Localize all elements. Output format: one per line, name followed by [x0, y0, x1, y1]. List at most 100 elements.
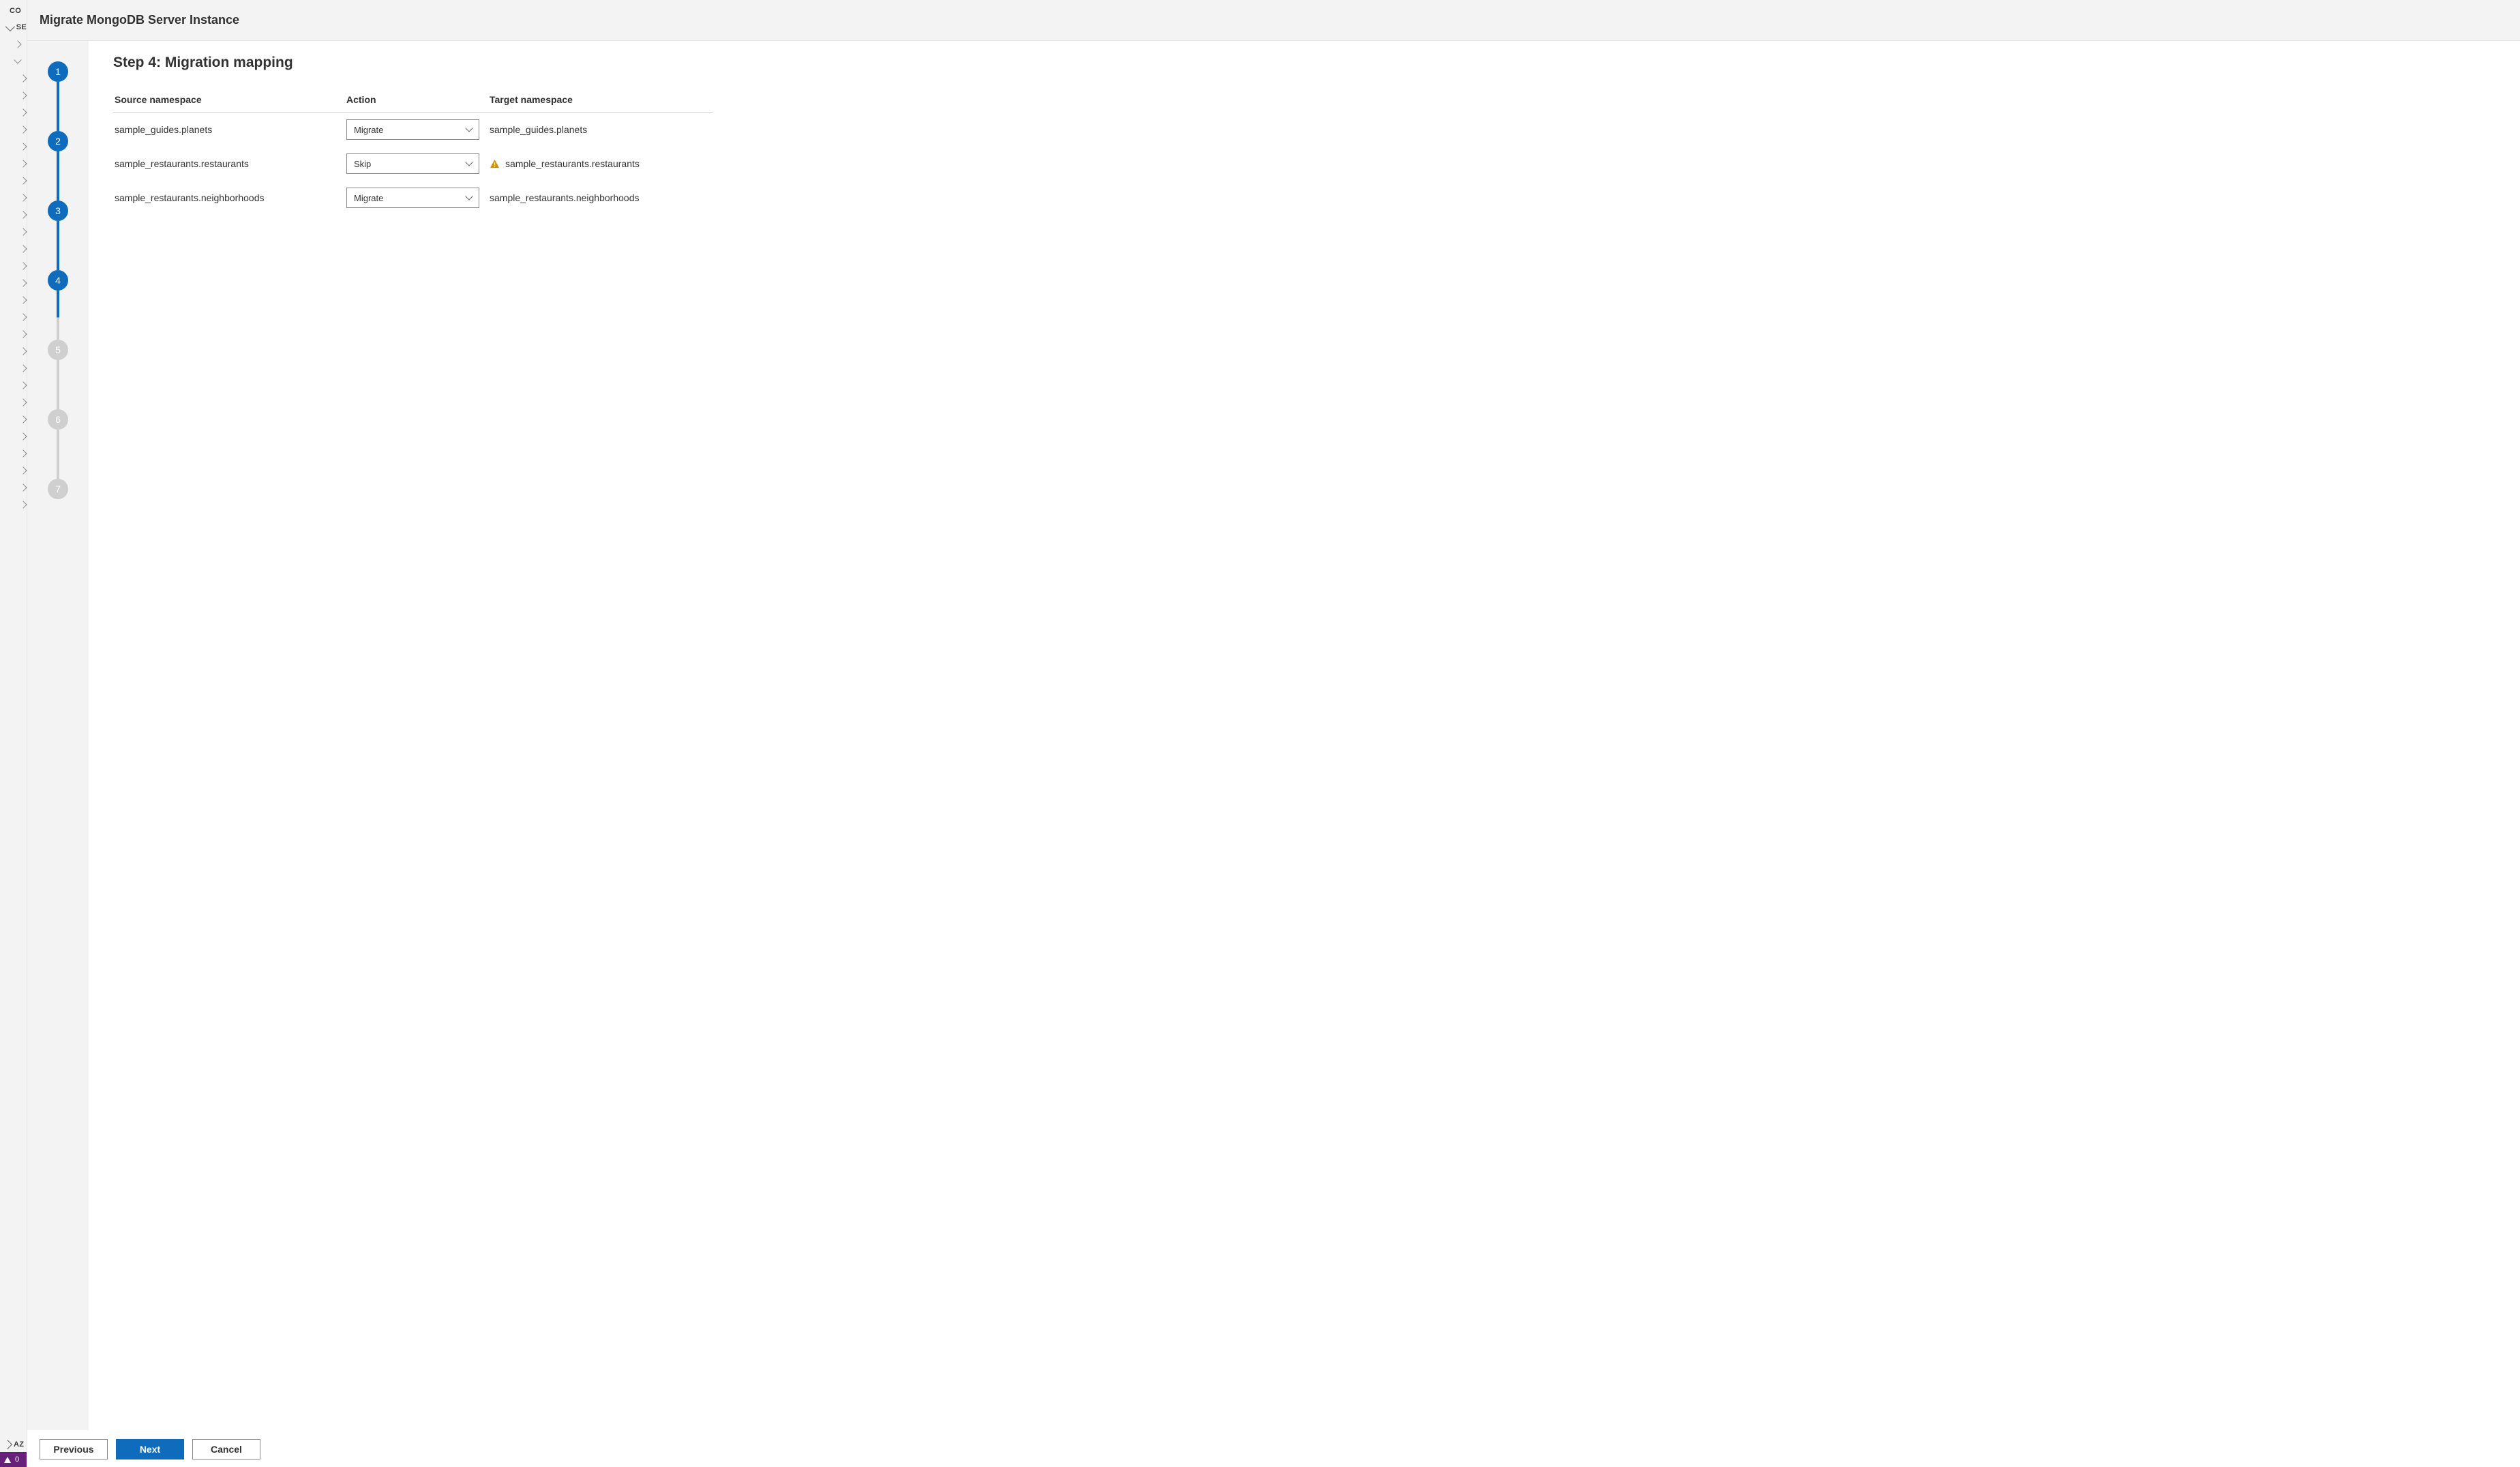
target-namespace-cell: sample_guides.planets: [490, 124, 708, 135]
chevron-right-icon: [19, 347, 27, 355]
action-select[interactable]: Migrate: [346, 188, 479, 208]
step-indicator-3[interactable]: 3: [48, 201, 68, 221]
chevron-right-icon: [19, 74, 27, 82]
source-namespace-cell: sample_guides.planets: [113, 113, 345, 147]
step-connector: [57, 151, 59, 201]
sidebar-tree-item[interactable]: [0, 155, 27, 172]
explorer-sidebar: CO SE: [0, 0, 27, 1467]
chevron-right-icon: [19, 108, 27, 116]
titlebar: Migrate MongoDB Server Instance: [27, 0, 2520, 41]
chevron-right-icon: [19, 262, 27, 269]
sidebar-tree-item[interactable]: [0, 479, 27, 496]
chevron-down-icon: [465, 158, 472, 166]
sidebar-tree-item[interactable]: [0, 35, 27, 53]
sidebar-tree-item[interactable]: [0, 325, 27, 342]
sidebar-tree-item[interactable]: [0, 394, 27, 411]
table-row: sample_guides.planets Migrate sample_gui…: [113, 113, 713, 147]
sidebar-tree-item[interactable]: [0, 308, 27, 325]
step-connector: [57, 430, 59, 479]
chevron-down-icon: [5, 22, 15, 31]
chevron-right-icon: [19, 432, 27, 440]
sidebar-tree-item[interactable]: [0, 342, 27, 359]
target-namespace-cell: sample_restaurants.restaurants: [490, 158, 708, 169]
target-namespace-text: sample_restaurants.neighborhoods: [490, 192, 639, 203]
source-namespace-cell: sample_restaurants.neighborhoods: [113, 181, 345, 215]
sidebar-tree-item[interactable]: [0, 138, 27, 155]
step-connector: [57, 291, 59, 340]
chevron-right-icon: [19, 398, 27, 406]
warning-icon: [4, 1457, 11, 1463]
chevron-down-icon: [465, 192, 472, 200]
step-heading: Step 4: Migration mapping: [113, 55, 2495, 71]
step-connector: [57, 82, 59, 131]
sidebar-tree-item[interactable]: [0, 189, 27, 206]
chevron-down-icon: [465, 124, 472, 132]
chevron-right-icon: [19, 313, 27, 321]
sidebar-tree-item[interactable]: [0, 70, 27, 87]
sidebar-tree-item[interactable]: [0, 428, 27, 445]
sidebar-tree-item[interactable]: [0, 411, 27, 428]
chevron-right-icon: [19, 296, 27, 303]
step-indicator-1[interactable]: 1: [48, 61, 68, 82]
target-namespace-cell: sample_restaurants.neighborhoods: [490, 192, 708, 203]
chevron-right-icon: [19, 177, 27, 184]
wizard-footer: Previous Next Cancel: [27, 1430, 2520, 1467]
chevron-right-icon: [19, 91, 27, 99]
column-header-target: Target namespace: [488, 89, 713, 113]
chevron-right-icon: [19, 279, 27, 286]
sidebar-tree-item[interactable]: [0, 445, 27, 462]
step-indicator-6[interactable]: 6: [48, 409, 68, 430]
sidebar-tree-item[interactable]: [0, 274, 27, 291]
target-namespace-text: sample_guides.planets: [490, 124, 587, 135]
action-select[interactable]: Migrate: [346, 119, 479, 140]
wizard-content: Step 4: Migration mapping Source namespa…: [89, 41, 2520, 1430]
sidebar-tree-item[interactable]: [0, 462, 27, 479]
sidebar-tree-item[interactable]: [0, 104, 27, 121]
chevron-right-icon: [19, 364, 27, 372]
page-title: Migrate MongoDB Server Instance: [40, 13, 239, 27]
sidebar-tree-item[interactable]: [0, 223, 27, 240]
step-indicator-2[interactable]: 2: [48, 131, 68, 151]
chevron-right-icon: [19, 160, 27, 167]
action-select-value: Migrate: [354, 193, 383, 203]
sidebar-tree-item[interactable]: [0, 359, 27, 376]
step-indicator-4[interactable]: 4: [48, 270, 68, 291]
table-row: sample_restaurants.restaurants Skip: [113, 147, 713, 181]
status-bar[interactable]: 0: [0, 1452, 27, 1467]
sidebar-section-servers[interactable]: SE: [0, 19, 27, 35]
sidebar-tree-item[interactable]: [0, 496, 27, 513]
sidebar-tree-item[interactable]: [0, 87, 27, 104]
action-select[interactable]: Skip: [346, 153, 479, 174]
source-namespace-cell: sample_restaurants.restaurants: [113, 147, 345, 181]
column-header-action: Action: [345, 89, 488, 113]
sidebar-tree-item[interactable]: [0, 240, 27, 257]
target-namespace-text: sample_restaurants.restaurants: [505, 158, 640, 169]
sidebar-section-label: AZ: [14, 1440, 24, 1449]
chevron-right-icon: [19, 484, 27, 491]
sidebar-tree-item[interactable]: [0, 291, 27, 308]
sidebar-tree-item[interactable]: [0, 172, 27, 189]
sidebar-section-connections[interactable]: CO: [0, 3, 27, 19]
sidebar-tree-item[interactable]: [0, 206, 27, 223]
sidebar-tree-item[interactable]: [0, 53, 27, 70]
previous-button[interactable]: Previous: [40, 1439, 108, 1459]
next-button[interactable]: Next: [116, 1439, 184, 1459]
sidebar-tree-item[interactable]: [0, 121, 27, 138]
step-indicator-7[interactable]: 7: [48, 479, 68, 499]
mapping-table: Source namespace Action Target namespace…: [113, 89, 713, 215]
chevron-down-icon: [14, 56, 21, 63]
chevron-right-icon: [3, 1440, 12, 1449]
sidebar-section-label: SE: [16, 23, 27, 31]
step-indicator-5[interactable]: 5: [48, 340, 68, 360]
cancel-button[interactable]: Cancel: [192, 1439, 260, 1459]
warning-icon: [490, 159, 500, 169]
action-select-value: Migrate: [354, 125, 383, 135]
sidebar-tree-item[interactable]: [0, 257, 27, 274]
step-connector: [57, 360, 59, 409]
chevron-right-icon: [19, 228, 27, 235]
sidebar-tree-item[interactable]: [0, 376, 27, 394]
chevron-right-icon: [19, 194, 27, 201]
chevron-right-icon: [19, 501, 27, 508]
app-root: CO SE: [0, 0, 2520, 1467]
sidebar-section-azure[interactable]: AZ: [0, 1437, 27, 1452]
